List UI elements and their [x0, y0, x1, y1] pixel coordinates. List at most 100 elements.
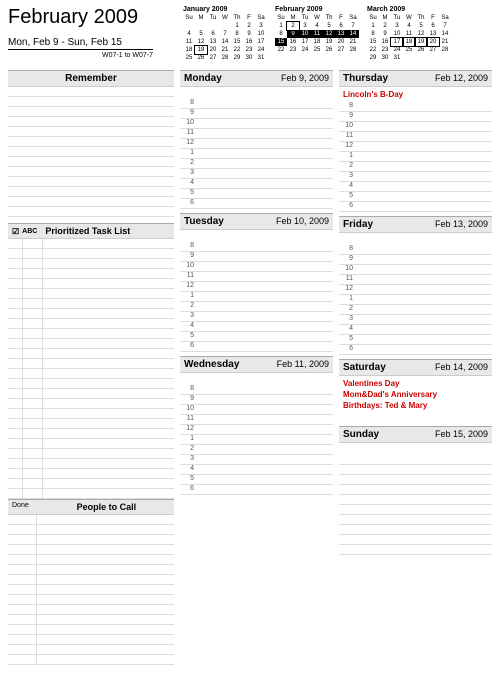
day-head: FridayFeb 13, 2009: [339, 216, 492, 233]
hour-row[interactable]: 5: [180, 189, 333, 199]
hour-grid[interactable]: 89101112123456: [180, 385, 333, 495]
hour-row[interactable]: 10: [180, 405, 333, 415]
hour-row[interactable]: 2: [180, 302, 333, 312]
hour-row[interactable]: 2: [180, 159, 333, 169]
hour-row[interactable]: 4: [180, 179, 333, 189]
hour-row[interactable]: 8: [339, 102, 492, 112]
day-block-wed: WednesdayFeb 11, 200989101112123456: [180, 356, 333, 495]
people-lines[interactable]: [8, 515, 174, 665]
hour-row[interactable]: 2: [339, 162, 492, 172]
hour-label: 11: [341, 132, 353, 139]
hour-row[interactable]: 11: [339, 132, 492, 142]
day-name: Monday: [184, 73, 222, 84]
hour-row[interactable]: 12: [339, 142, 492, 152]
hour-row[interactable]: 8: [339, 245, 492, 255]
hour-row[interactable]: 9: [180, 109, 333, 119]
hour-row[interactable]: 9: [339, 112, 492, 122]
hour-row[interactable]: 2: [339, 305, 492, 315]
day-date: Feb 10, 2009: [276, 216, 329, 226]
hour-row[interactable]: 11: [180, 129, 333, 139]
day-events[interactable]: [339, 443, 492, 455]
hour-label: 8: [341, 102, 353, 109]
hour-row[interactable]: 3: [180, 455, 333, 465]
people-label: People to Call: [43, 502, 170, 512]
day-events[interactable]: [180, 87, 333, 99]
hour-row[interactable]: 1: [180, 435, 333, 445]
hour-label: 3: [182, 455, 194, 462]
hour-row[interactable]: 5: [339, 192, 492, 202]
hour-label: 12: [341, 285, 353, 292]
hour-row[interactable]: 9: [180, 252, 333, 262]
hour-label: 4: [182, 179, 194, 186]
hour-label: 11: [182, 415, 194, 422]
hour-label: 1: [182, 292, 194, 299]
hour-grid[interactable]: 89101112123456: [339, 102, 492, 212]
sunday-lines[interactable]: [339, 455, 492, 561]
hour-row[interactable]: 5: [180, 475, 333, 485]
hour-row[interactable]: 6: [180, 342, 333, 352]
tasks-head: ☑ ABC Prioritized Task List: [8, 223, 174, 239]
hour-label: 1: [341, 295, 353, 302]
remember-head: Remember: [8, 70, 174, 87]
hour-row[interactable]: 3: [180, 312, 333, 322]
event-item: Birthdays: Ted & Mary: [343, 400, 488, 411]
hour-row[interactable]: 6: [339, 345, 492, 355]
task-lines[interactable]: [8, 239, 174, 499]
hour-row[interactable]: 2: [180, 445, 333, 455]
day-name: Wednesday: [184, 359, 239, 370]
hour-row[interactable]: 10: [180, 119, 333, 129]
hour-grid[interactable]: 89101112123456: [339, 245, 492, 355]
day-name: Sunday: [343, 429, 379, 440]
hour-label: 5: [341, 192, 353, 199]
day-head: Wednesday Feb 11, 2009: [180, 356, 333, 373]
hour-row[interactable]: 11: [180, 415, 333, 425]
hour-row[interactable]: 10: [180, 262, 333, 272]
hour-label: 10: [182, 262, 194, 269]
hour-row[interactable]: 10: [339, 265, 492, 275]
hour-label: 10: [182, 119, 194, 126]
day-events[interactable]: Lincoln's B-Day: [339, 87, 492, 102]
hour-row[interactable]: 9: [180, 395, 333, 405]
hour-row[interactable]: 5: [180, 332, 333, 342]
hour-row[interactable]: 4: [339, 182, 492, 192]
hour-row[interactable]: 1: [339, 295, 492, 305]
hour-row[interactable]: 5: [339, 335, 492, 345]
hour-label: 1: [182, 435, 194, 442]
hour-row[interactable]: 1: [180, 292, 333, 302]
day-events[interactable]: [180, 230, 333, 242]
event-item: Lincoln's B-Day: [343, 89, 488, 100]
hour-row[interactable]: 9: [339, 255, 492, 265]
hour-row[interactable]: 12: [180, 139, 333, 149]
hour-row[interactable]: 4: [180, 465, 333, 475]
hour-grid[interactable]: 89101112123456: [180, 99, 333, 209]
hour-row[interactable]: 1: [339, 152, 492, 162]
day-events[interactable]: [339, 233, 492, 245]
hour-label: 8: [182, 99, 194, 106]
hour-label: 9: [182, 109, 194, 116]
hour-grid[interactable]: 89101112123456: [180, 242, 333, 352]
day-events[interactable]: Valentines DayMom&Dad's AnniversaryBirth…: [339, 376, 492, 422]
hour-row[interactable]: 8: [180, 242, 333, 252]
hour-row[interactable]: 11: [339, 275, 492, 285]
hour-row[interactable]: 6: [180, 485, 333, 495]
hour-row[interactable]: 12: [339, 285, 492, 295]
hour-row[interactable]: 3: [339, 315, 492, 325]
day-events[interactable]: [180, 373, 333, 385]
hour-row[interactable]: 4: [180, 322, 333, 332]
hour-row[interactable]: 3: [180, 169, 333, 179]
hour-row[interactable]: 12: [180, 425, 333, 435]
hour-row[interactable]: 12: [180, 282, 333, 292]
hour-row[interactable]: 6: [339, 202, 492, 212]
hour-label: 5: [341, 335, 353, 342]
hour-row[interactable]: 1: [180, 149, 333, 159]
hour-row[interactable]: 11: [180, 272, 333, 282]
hour-row[interactable]: 8: [180, 99, 333, 109]
day-date: Feb 11, 2009: [277, 359, 329, 369]
hour-row[interactable]: 8: [180, 385, 333, 395]
remember-lines[interactable]: [8, 87, 174, 223]
event-item: Valentines Day: [343, 378, 488, 389]
hour-row[interactable]: 3: [339, 172, 492, 182]
hour-row[interactable]: 6: [180, 199, 333, 209]
hour-row[interactable]: 10: [339, 122, 492, 132]
hour-row[interactable]: 4: [339, 325, 492, 335]
